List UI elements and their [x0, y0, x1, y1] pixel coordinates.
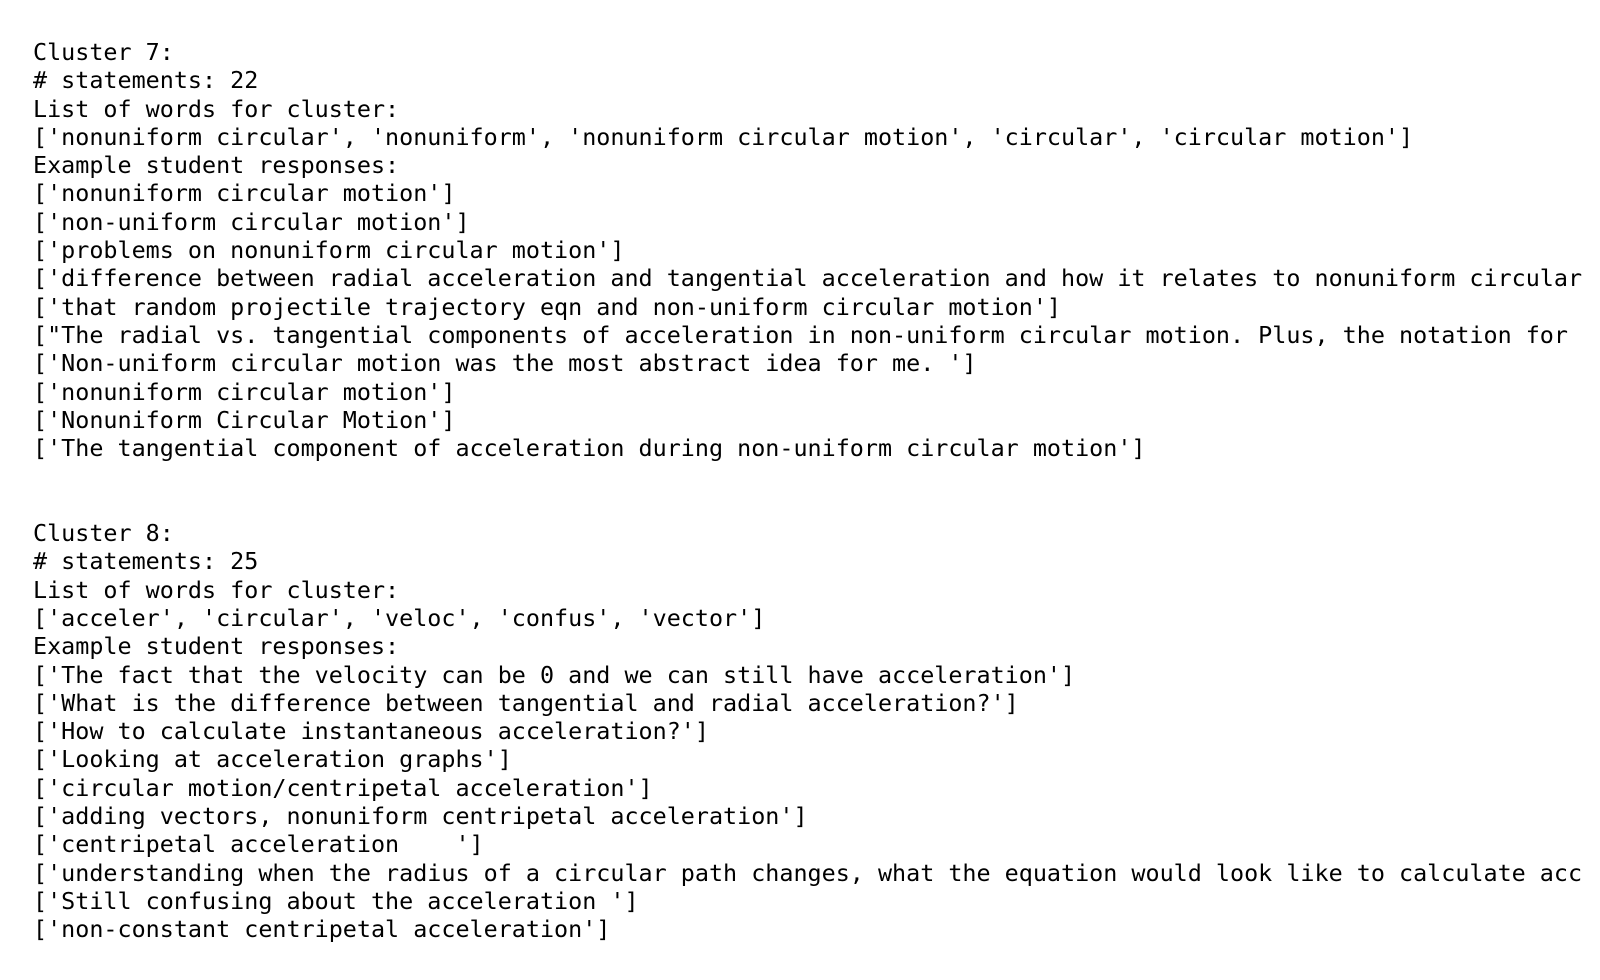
example-response: ['What is the difference between tangent…: [33, 688, 1019, 717]
word-list: ['nonuniform circular', 'nonuniform', 'n…: [33, 122, 1414, 151]
example-response: ['nonuniform circular motion']: [33, 377, 456, 406]
notebook-output: Cluster 7: # statements: 22 List of word…: [33, 38, 1600, 944]
example-response: ['nonuniform circular motion']: [33, 179, 456, 208]
example-response: ['adding vectors, nonuniform centripetal…: [33, 802, 808, 831]
example-response: ['circular motion/centripetal accelerati…: [33, 773, 653, 802]
example-response: ["The radial vs. tangential components o…: [33, 320, 1568, 349]
example-response: ['How to calculate instantaneous acceler…: [33, 717, 709, 746]
cluster-spacer: [33, 462, 1600, 519]
example-response: ['Non-uniform circular motion was the mo…: [33, 349, 977, 378]
cluster-block: Cluster 8: # statements: 25 List of word…: [33, 519, 1600, 943]
examples-label: Example student responses:: [33, 632, 400, 661]
statement-count: # statements: 22: [33, 66, 259, 95]
cluster-header: Cluster 7:: [33, 38, 174, 66]
example-response: ['non-uniform circular motion']: [33, 207, 470, 236]
example-response: ['The fact that the velocity can be 0 an…: [33, 660, 1076, 689]
example-response: ['The tangential component of accelerati…: [33, 434, 1146, 463]
example-response: ['non-constant centripetal acceleration'…: [33, 915, 611, 944]
word-list: ['acceler', 'circular', 'veloc', 'confus…: [33, 603, 766, 632]
examples-label: Example student responses:: [33, 151, 400, 180]
example-response: ['problems on nonuniform circular motion…: [33, 236, 625, 265]
words-label: List of words for cluster:: [33, 94, 400, 123]
example-response: ['Nonuniform Circular Motion']: [33, 405, 456, 434]
words-label: List of words for cluster:: [33, 575, 400, 604]
example-response: ['difference between radial acceleration…: [33, 264, 1583, 293]
example-response: ['centripetal acceleration ']: [33, 830, 484, 859]
example-response: ['understanding when the radius of a cir…: [33, 858, 1583, 887]
statement-count: # statements: 25: [33, 547, 259, 576]
example-response: ['Looking at acceleration graphs']: [33, 745, 512, 774]
example-response: ['Still confusing about the acceleration…: [33, 886, 639, 915]
cluster-header: Cluster 8:: [33, 519, 174, 548]
example-response: ['that random projectile trajectory eqn …: [33, 292, 1062, 321]
cluster-block: Cluster 7: # statements: 22 List of word…: [33, 38, 1600, 462]
